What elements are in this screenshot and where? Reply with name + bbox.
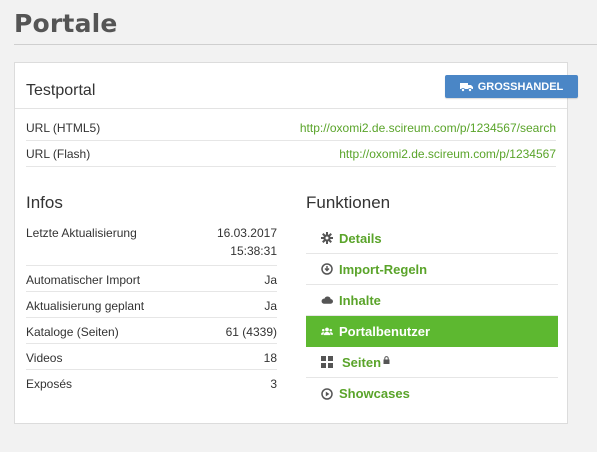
url-label: URL (Flash) xyxy=(26,146,91,161)
func-label: Showcases xyxy=(339,386,410,401)
info-label: Automatischer Import xyxy=(26,273,141,287)
url-link-flash[interactable]: http://oxomi2.de.scireum.com/p/1234567 xyxy=(339,147,556,161)
func-label: Inhalte xyxy=(339,292,381,308)
func-item-showcases[interactable]: Showcases xyxy=(306,378,558,409)
info-row: Automatischer Import Ja xyxy=(26,266,277,292)
info-row: Letzte Aktualisierung 16.03.2017 15:38:3… xyxy=(26,219,277,266)
portal-name: Testportal xyxy=(26,82,96,99)
url-link-html5[interactable]: http://oxomi2.de.scireum.com/p/1234567/s… xyxy=(300,121,556,135)
card-header: Testportal GROSSHANDEL xyxy=(15,63,578,109)
info-time: 15:38:31 xyxy=(230,244,277,258)
gear-icon xyxy=(321,232,333,244)
info-list: Letzte Aktualisierung 16.03.2017 15:38:3… xyxy=(26,219,277,396)
info-label: Videos xyxy=(26,351,63,365)
info-date: 16.03.2017 xyxy=(216,226,277,240)
info-label: Exposés xyxy=(26,377,73,391)
lock-icon xyxy=(383,352,390,367)
info-label: Kataloge (Seiten) xyxy=(26,325,119,339)
grosshandel-badge: GROSSHANDEL xyxy=(445,75,578,98)
funktionen-list: Details Import-Regeln Inhalte Portalbenu… xyxy=(306,223,558,409)
info-value: Ja xyxy=(264,273,277,287)
func-label: Details xyxy=(339,230,382,246)
info-value: 3 xyxy=(270,377,277,391)
users-icon xyxy=(321,325,333,337)
funktionen-title: Funktionen xyxy=(306,193,391,212)
url-row-flash: URL (Flash) http://oxomi2.de.scireum.com… xyxy=(26,141,556,167)
info-row: Videos 18 xyxy=(26,344,277,370)
url-label: URL (HTML5) xyxy=(26,120,101,135)
page-title: Portale xyxy=(14,9,118,38)
info-row: Kataloge (Seiten) 61 (4339) xyxy=(26,318,277,344)
info-label: Aktualisierung geplant xyxy=(26,299,145,313)
func-label: Import-Regeln xyxy=(339,261,428,277)
info-value: 16.03.2017 15:38:31 xyxy=(217,224,277,260)
func-item-seiten[interactable]: Seiten xyxy=(306,347,558,378)
portal-card: Testportal GROSSHANDEL URL (HTML5) http:… xyxy=(14,62,578,424)
url-row-html5: URL (HTML5) http://oxomi2.de.scireum.com… xyxy=(26,115,556,141)
download-circle-icon xyxy=(321,263,333,275)
info-label: Letzte Aktualisierung xyxy=(26,226,137,240)
play-circle-icon xyxy=(321,387,333,400)
info-row: Aktualisierung geplant Ja xyxy=(26,292,277,318)
cloud-icon xyxy=(321,294,333,306)
grid-icon xyxy=(321,356,333,368)
func-item-inhalte[interactable]: Inhalte xyxy=(306,285,558,316)
info-row: Exposés 3 xyxy=(26,370,277,396)
info-value: 61 (4339) xyxy=(225,325,277,339)
badge-label: GROSSHANDEL xyxy=(477,80,564,93)
func-label: Seiten xyxy=(342,354,382,370)
infos-title: Infos xyxy=(26,193,63,212)
truck-icon xyxy=(459,82,473,92)
func-label: Portalbenutzer xyxy=(339,323,431,339)
info-value: Ja xyxy=(264,299,277,313)
func-item-portalbenutzer[interactable]: Portalbenutzer xyxy=(306,316,558,347)
title-divider xyxy=(14,44,597,45)
func-item-details[interactable]: Details xyxy=(306,223,558,254)
info-value: 18 xyxy=(263,351,277,365)
func-item-import-regeln[interactable]: Import-Regeln xyxy=(306,254,558,285)
